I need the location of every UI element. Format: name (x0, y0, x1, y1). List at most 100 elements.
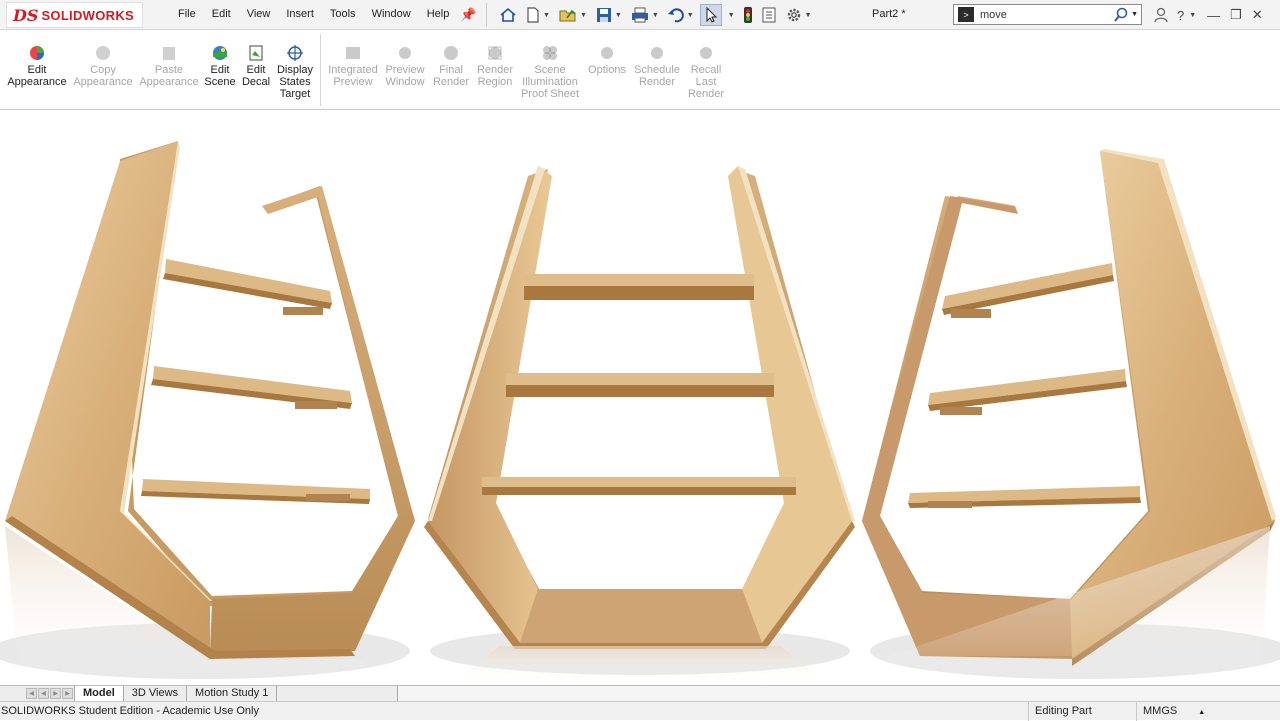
search-commands-box[interactable]: > move ▼ (953, 4, 1142, 25)
recall-render-icon (700, 47, 712, 59)
schedule-render-button[interactable]: Schedule Render (631, 30, 683, 110)
undo-icon (667, 8, 684, 23)
final-render-button[interactable]: Final Render (429, 30, 473, 110)
chevron-down-icon[interactable]: ▼ (1189, 12, 1196, 19)
ribbon-label: Schedule Render (634, 64, 680, 88)
recall-last-render-button[interactable]: Recall Last Render (683, 30, 729, 110)
restore-icon[interactable]: ❐ (1230, 7, 1242, 23)
rebuild-button[interactable] (741, 4, 755, 26)
edit-scene-button[interactable]: Edit Scene (202, 30, 238, 110)
ribbon-label: Edit Appearance (7, 64, 67, 88)
render-region-icon (488, 46, 502, 60)
horizontal-scrollbar[interactable] (397, 686, 1280, 701)
final-render-icon (444, 46, 458, 60)
open-folder-icon (559, 9, 576, 22)
cursor-arrow-icon (706, 6, 717, 23)
scene-illumination-proof-sheet-button[interactable]: Scene Illumination Proof Sheet (517, 30, 583, 110)
integrated-preview-button[interactable]: Integrated Preview (325, 30, 381, 110)
preview-window-icon (399, 47, 411, 59)
command-prompt-icon: > (958, 7, 974, 22)
document-title: Part2 * (872, 8, 906, 20)
menu-help[interactable]: Help (419, 8, 458, 20)
paste-appearance-icon (163, 47, 175, 60)
chevron-down-icon[interactable]: ▼ (615, 12, 622, 19)
print-button[interactable]: ▼ (628, 4, 661, 26)
file-properties-button[interactable] (759, 4, 779, 26)
menu-edit[interactable]: Edit (204, 8, 239, 20)
illumination-icon (543, 46, 557, 60)
ribbon-label: Copy Appearance (73, 64, 133, 88)
copy-appearance-icon (96, 46, 110, 60)
ds-logo-mark: DS (13, 5, 39, 25)
search-icon[interactable] (1113, 7, 1129, 23)
chevron-down-icon[interactable]: ▼ (805, 12, 812, 19)
ribbon-label: Options (588, 64, 626, 76)
chevron-down-icon[interactable]: ▼ (728, 12, 735, 19)
window-controls: ? ▼ — ❐ ✕ (1150, 4, 1268, 26)
menu-insert[interactable]: Insert (278, 8, 322, 20)
prev-tab-arrow-icon[interactable]: ◀ (38, 688, 49, 699)
open-button[interactable]: ▼ (556, 4, 589, 26)
display-states-target-button[interactable]: Display States Target (274, 30, 316, 110)
edit-decal-button[interactable]: Edit Decal (238, 30, 274, 110)
search-input[interactable]: move (980, 9, 1113, 21)
tab-model[interactable]: Model (74, 686, 124, 701)
gear-icon (787, 8, 800, 22)
new-document-button[interactable]: ▼ (523, 4, 552, 26)
minimize-icon[interactable]: — (1207, 8, 1220, 23)
ribbon-label: Render Region (476, 64, 514, 88)
tab-scroll-arrows: ◀ ◀ ▶ ▶ (26, 688, 74, 699)
tab-motion-study[interactable]: Motion Study 1 (187, 686, 278, 701)
paste-appearance-button[interactable]: Paste Appearance (136, 30, 202, 110)
ribbon-label: Edit Decal (241, 64, 271, 88)
last-tab-arrow-icon[interactable]: ▶ (62, 688, 73, 699)
render-options-button[interactable]: Options (583, 30, 631, 110)
shelf-left-view (5, 141, 415, 685)
shelf-center-view (424, 166, 855, 685)
home-button[interactable] (497, 4, 519, 26)
select-button[interactable] (699, 4, 722, 26)
menu-tools[interactable]: Tools (322, 8, 364, 20)
ribbon-label: Scene Illumination Proof Sheet (520, 64, 580, 100)
solidworks-logo[interactable]: DS SOLIDWORKS (6, 2, 143, 28)
close-icon[interactable]: ✕ (1252, 7, 1263, 23)
chevron-down-icon[interactable]: ▼ (543, 12, 550, 19)
menu-window[interactable]: Window (364, 8, 419, 20)
next-tab-arrow-icon[interactable]: ▶ (50, 688, 61, 699)
first-tab-arrow-icon[interactable]: ◀ (26, 688, 37, 699)
undo-button[interactable]: ▼ (665, 4, 696, 26)
options-button[interactable]: ▼ (783, 4, 814, 26)
save-button[interactable]: ▼ (593, 4, 624, 26)
file-properties-icon (762, 7, 776, 23)
traffic-light-icon (743, 7, 752, 23)
copy-appearance-button[interactable]: Copy Appearance (70, 30, 136, 110)
units-selector[interactable]: MMGS ▲ (1136, 702, 1228, 721)
ribbon-label: Edit Scene (204, 64, 236, 88)
chevron-down-icon[interactable]: ▼ (1131, 11, 1138, 18)
model-render (0, 141, 1280, 685)
chevron-down-icon[interactable]: ▼ (580, 12, 587, 19)
graphics-area[interactable] (0, 111, 1280, 685)
edit-appearance-button[interactable]: Edit Appearance (4, 30, 70, 110)
tab-3d-views[interactable]: 3D Views (124, 686, 188, 701)
chevron-down-icon[interactable]: ▼ (687, 12, 694, 19)
save-icon (596, 8, 611, 22)
integrated-preview-icon (346, 47, 360, 59)
ribbon-label: Display States Target (276, 64, 314, 100)
menu-view[interactable]: View (239, 8, 279, 20)
pin-icon[interactable]: 📌 (460, 7, 476, 23)
shelf-right-view (862, 149, 1276, 685)
ribbon-label: Preview Window (385, 64, 425, 88)
ribbon-label: Integrated Preview (328, 64, 378, 88)
user-icon[interactable] (1154, 7, 1168, 23)
menu-file[interactable]: File (170, 8, 204, 20)
edition-text: SOLIDWORKS Student Edition - Academic Us… (1, 705, 259, 717)
preview-window-button[interactable]: Preview Window (381, 30, 429, 110)
ribbon-label: Recall Last Render (687, 64, 725, 100)
ribbon-label: Paste Appearance (139, 64, 199, 88)
chevron-up-icon[interactable]: ▲ (1198, 709, 1205, 716)
print-icon (631, 7, 648, 23)
help-icon[interactable]: ? (1177, 8, 1184, 23)
chevron-down-icon[interactable]: ▼ (652, 12, 659, 19)
render-region-button[interactable]: Render Region (473, 30, 517, 110)
